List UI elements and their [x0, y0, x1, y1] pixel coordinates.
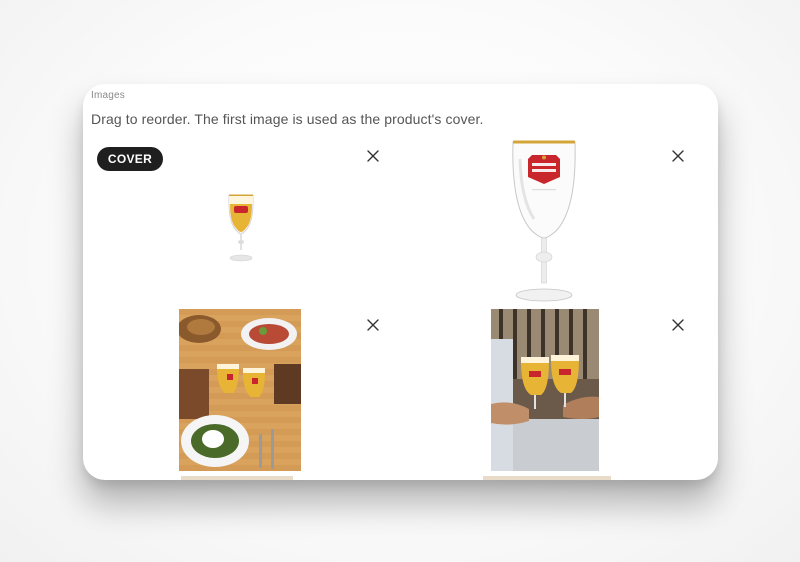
image-thumbnail[interactable] [491, 309, 599, 471]
remove-image-button[interactable] [669, 147, 687, 165]
remove-image-button[interactable] [669, 316, 687, 334]
next-row-peek-left [181, 476, 293, 480]
toast-outdoor-photo [491, 309, 599, 471]
image-thumbnail[interactable] [179, 309, 301, 471]
close-icon [672, 150, 684, 162]
close-icon [672, 319, 684, 331]
next-row-peek-right [483, 476, 611, 480]
image-tile-1[interactable]: COVER [83, 84, 393, 309]
remove-image-button[interactable] [364, 316, 382, 334]
image-tile-2[interactable] [398, 84, 718, 309]
image-tile-3[interactable] [83, 309, 393, 480]
image-thumbnail[interactable] [510, 139, 578, 304]
beer-glass-small [228, 194, 254, 262]
beer-glass-empty [512, 140, 576, 302]
image-thumbnail[interactable] [223, 192, 259, 264]
close-icon [367, 319, 379, 331]
images-card: Images Drag to reorder. The first image … [83, 84, 718, 480]
close-icon [367, 150, 379, 162]
image-tile-4[interactable] [398, 309, 718, 480]
toast-food-photo [179, 309, 301, 471]
cover-badge: COVER [97, 147, 163, 171]
remove-image-button[interactable] [364, 147, 382, 165]
